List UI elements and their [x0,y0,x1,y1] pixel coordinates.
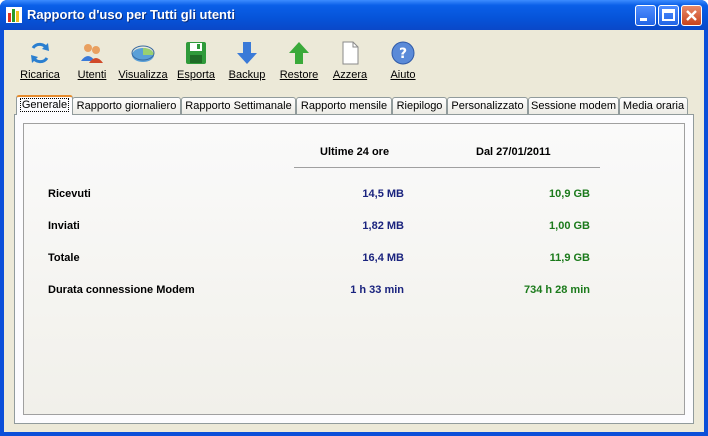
close-icon [686,10,697,21]
minimize-icon [640,18,647,21]
tab-hourly-average-label: Media oraria [622,100,685,112]
help-button[interactable]: ? Aiuto [384,40,422,86]
restore-button[interactable]: Restore [277,40,321,86]
pie-chart-icon [131,45,155,62]
backup-label: Backup [228,69,266,81]
client-area: Ricarica Utenti Visualizza Esporta Backu… [4,30,704,432]
users-icon [81,44,103,63]
export-button[interactable]: Esporta [175,40,217,86]
restore-label: Restore [279,69,319,81]
arrow-down-icon [237,42,257,64]
tab-general[interactable]: Generale [16,95,73,115]
value-total-24h: 16,4 MB [362,252,404,264]
reset-button[interactable]: Azzera [331,40,369,86]
save-icon [186,42,206,64]
arrow-up-icon [289,42,309,64]
tab-summary-label: Riepilogo [396,100,443,112]
value-received-24h: 14,5 MB [362,188,404,200]
help-label: Aiuto [390,69,416,81]
refresh-icon [31,42,49,64]
tab-summary[interactable]: Riepilogo [392,97,447,114]
app-window: Rapporto d'uso per Tutti gli utenti Rica… [0,0,708,436]
tab-daily-report[interactable]: Rapporto giornaliero [72,97,181,114]
blank-page-icon [342,41,359,65]
reload-button[interactable]: Ricarica [18,40,62,86]
tab-modem-session-label: Sessione modem [531,100,616,112]
tab-hourly-average[interactable]: Media oraria [619,97,688,114]
value-received-total: 10,9 GB [549,188,590,200]
tab-custom[interactable]: Personalizzato [447,97,528,114]
value-modem-duration-total: 734 h 28 min [523,284,590,296]
row-label-modem-duration: Durata connessione Modem [48,284,195,296]
maximize-button[interactable] [658,5,679,26]
tab-custom-label: Personalizzato [451,100,524,112]
view-button[interactable]: Visualizza [118,40,168,86]
window-title: Rapporto d'uso per Tutti gli utenti [27,7,235,22]
value-sent-24h: 1,82 MB [362,220,404,232]
close-button[interactable] [681,5,702,26]
title-bar[interactable]: Rapporto d'uso per Tutti gli utenti [0,0,708,30]
column-header-since-date: Dal 27/01/2011 [476,146,551,158]
export-label: Esporta [177,69,215,81]
app-bar-chart-icon [6,7,22,23]
users-label: Utenti [77,69,107,81]
header-divider [294,167,600,168]
value-total-total: 11,9 GB [549,252,590,264]
tab-weekly-report[interactable]: Rapporto Settimanale [181,97,296,114]
backup-button[interactable]: Backup [227,40,267,86]
reset-label: Azzera [332,69,368,81]
reload-label: Ricarica [20,69,60,81]
tab-modem-session[interactable]: Sessione modem [528,97,619,114]
view-label: Visualizza [118,69,168,81]
maximize-icon [662,9,675,21]
minimize-button[interactable] [635,5,656,26]
report-box: Ultime 24 ore Dal 27/01/2011 Ricevuti 14… [23,123,685,415]
tab-monthly-report-label: Rapporto mensile [300,100,388,112]
tab-general-label: Generale [19,98,70,112]
row-label-sent: Inviati [48,220,80,232]
value-modem-duration-24h: 1 h 33 min [350,284,404,296]
tab-panel-general: Ultime 24 ore Dal 27/01/2011 Ricevuti 14… [14,114,694,424]
users-button[interactable]: Utenti [74,40,110,86]
tab-daily-report-label: Rapporto giornaliero [76,100,177,112]
help-icon: ? [391,41,415,65]
tab-strip: Generale Rapporto giornaliero Rapporto S… [14,95,704,115]
column-header-last-24h: Ultime 24 ore [320,146,390,158]
tab-monthly-report[interactable]: Rapporto mensile [296,97,392,114]
svg-text:?: ? [399,46,407,62]
value-sent-total: 1,00 GB [549,220,590,232]
row-label-total: Totale [48,252,80,264]
row-label-received: Ricevuti [48,188,91,200]
tab-weekly-report-label: Rapporto Settimanale [185,100,292,112]
